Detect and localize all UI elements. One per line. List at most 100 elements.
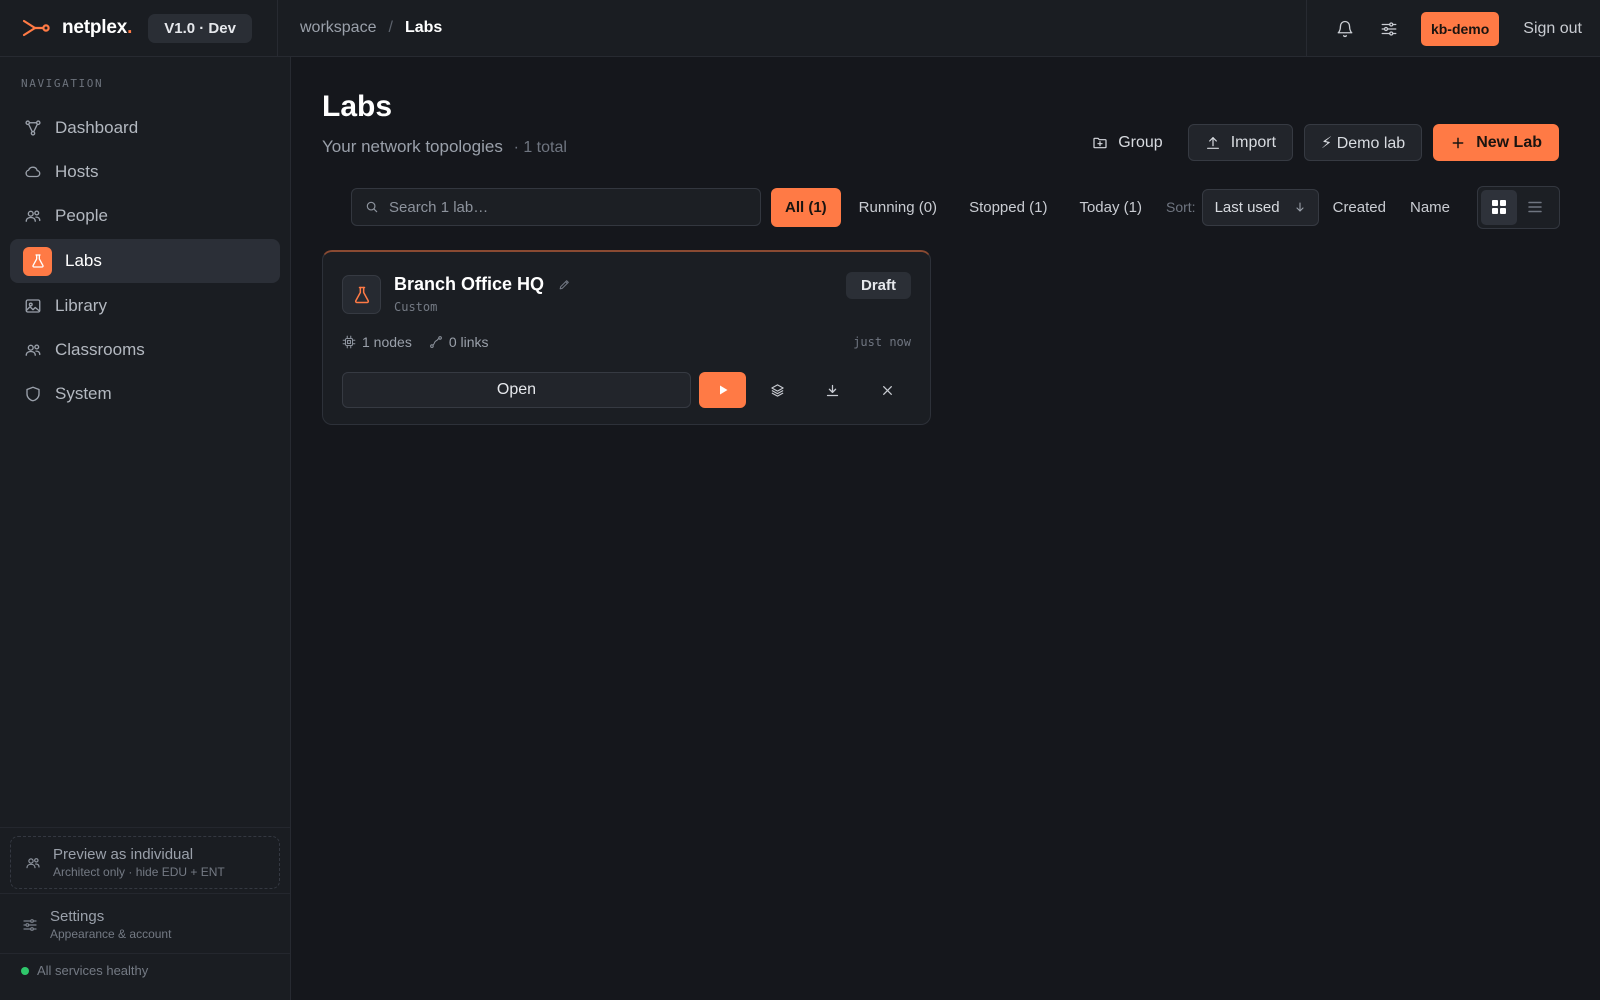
sliders-icon	[1381, 21, 1397, 36]
filter-stopped[interactable]: Stopped (1)	[955, 188, 1061, 227]
delete-lab-button[interactable]	[864, 372, 911, 408]
import-button-label: Import	[1230, 133, 1277, 151]
node-count: 1 nodes	[342, 334, 412, 350]
preferences-button[interactable]	[1372, 12, 1406, 46]
sidebar-item-label: People	[55, 206, 108, 225]
page-title: Labs	[322, 90, 393, 123]
sidebar-settings[interactable]: Settings Appearance & account	[22, 908, 171, 941]
search-input[interactable]	[389, 198, 749, 216]
demo-lab-button[interactable]: ⚡ Demo lab	[1304, 124, 1423, 161]
sidebar-item-label: Dashboard	[55, 118, 139, 137]
user-chip[interactable]: kb-demo	[1420, 11, 1500, 46]
lab-toolbar: All (1) Running (0) Stopped (1) Today (1…	[351, 185, 1560, 229]
sidebar-item-library[interactable]: Library	[10, 285, 280, 327]
sidebar-item-label: Hosts	[55, 162, 99, 181]
list-view-button[interactable]	[1517, 190, 1553, 225]
lab-meta: 1 nodes 0 links	[342, 334, 506, 350]
sidebar-item-labs[interactable]: Labs	[10, 239, 280, 283]
group-button[interactable]: Group	[1078, 124, 1176, 161]
lab-name-text[interactable]: Branch Office HQ	[394, 274, 544, 295]
page-subtitle: Your network topologies · 1 total	[322, 137, 567, 157]
open-lab-button[interactable]: Open	[342, 372, 691, 408]
service-health-status: All services healthy	[21, 963, 148, 978]
cloud-icon	[25, 166, 41, 178]
download-button[interactable]	[809, 372, 856, 408]
chip-icon	[342, 335, 356, 349]
start-lab-button[interactable]	[699, 372, 746, 408]
filter-today[interactable]: Today (1)	[1065, 188, 1156, 227]
brand-name: netplex.	[62, 17, 133, 38]
sidebar-divider	[0, 953, 290, 954]
bell-icon	[1337, 20, 1353, 37]
header-actions: kb-demo Sign out	[1305, 0, 1600, 57]
grid-icon	[1492, 200, 1506, 214]
netplex-logo-icon[interactable]	[22, 18, 50, 38]
sort-name-button[interactable]: Name	[1398, 199, 1462, 216]
list-icon	[1528, 201, 1542, 213]
classroom-icon	[25, 344, 41, 356]
settings-text: Settings Appearance & account	[50, 908, 171, 941]
lab-count: · 1 total	[513, 139, 567, 156]
sign-out-button[interactable]: Sign out	[1523, 20, 1582, 38]
link-count: 0 links	[429, 334, 489, 350]
flask-icon	[354, 286, 369, 303]
sidebar-item-system[interactable]: System	[10, 373, 280, 415]
filter-running[interactable]: Running (0)	[845, 188, 951, 227]
sidebar: NAVIGATION Dashboard Hosts People Labs L…	[0, 57, 291, 1000]
main-content: Labs Your network topologies · 1 total G…	[292, 57, 1600, 1000]
pencil-icon[interactable]	[558, 278, 571, 291]
play-icon	[719, 385, 727, 395]
grid-view-button[interactable]	[1481, 189, 1517, 225]
health-dot	[21, 966, 29, 975]
sidebar-item-label: Classrooms	[55, 340, 145, 359]
page-actions: Group Import ⚡ Demo lab New Lab	[1067, 124, 1559, 161]
breadcrumb: workspace / Labs	[278, 19, 442, 37]
topology-icon	[25, 120, 41, 136]
sidebar-item-dashboard[interactable]: Dashboard	[10, 107, 280, 149]
layers-button[interactable]	[754, 372, 801, 408]
status-badge: Draft	[845, 272, 911, 299]
new-lab-button-label: New Lab	[1476, 133, 1542, 151]
breadcrumb-workspace[interactable]: workspace	[300, 19, 376, 37]
lab-type: Custom	[394, 300, 438, 314]
sidebar-item-people[interactable]: People	[10, 195, 280, 237]
folder-plus-icon	[1093, 137, 1107, 148]
import-button[interactable]: Import	[1187, 124, 1294, 161]
nav-list: Dashboard Hosts People Labs Library Clas…	[10, 107, 280, 417]
preview-text: Preview as individual Architect only · h…	[53, 846, 225, 879]
preview-subtitle: Architect only · hide EDU + ENT	[53, 865, 225, 879]
sidebar-item-classrooms[interactable]: Classrooms	[10, 329, 280, 371]
people-icon	[25, 210, 41, 222]
breadcrumb-separator: /	[388, 19, 393, 36]
arrow-down-icon	[1296, 202, 1304, 212]
sidebar-item-label: System	[55, 384, 112, 403]
sort-last-used-button[interactable]: Last used	[1201, 188, 1319, 226]
top-bar: netplex. V1.0 · Dev workspace / Labs kb-…	[0, 0, 1600, 57]
demo-lab-button-label: ⚡ Demo lab	[1321, 134, 1406, 152]
lab-card-icon	[342, 275, 381, 314]
preview-title: Preview as individual	[53, 846, 194, 863]
search-box	[351, 188, 761, 226]
lab-card[interactable]: Branch Office HQ Custom Draft 1 nodes 0 …	[322, 250, 931, 425]
shield-icon	[26, 386, 40, 402]
sidebar-item-label: Library	[55, 296, 107, 315]
sliders-icon	[23, 918, 37, 931]
lab-name: Branch Office HQ	[394, 274, 571, 295]
close-icon	[883, 385, 892, 395]
sidebar-divider	[0, 827, 290, 828]
search-icon	[366, 201, 378, 213]
sidebar-item-hosts[interactable]: Hosts	[10, 151, 280, 193]
new-lab-button[interactable]: New Lab	[1433, 124, 1559, 161]
labs-icon-box	[23, 246, 52, 276]
brand: netplex. V1.0 · Dev	[0, 0, 278, 57]
sort-created-button[interactable]: Created	[1321, 199, 1398, 216]
notifications-button[interactable]	[1328, 12, 1362, 46]
filter-all[interactable]: All (1)	[771, 187, 841, 227]
settings-title: Settings	[50, 908, 105, 925]
link-icon	[429, 336, 442, 348]
lab-card-actions: Open	[342, 372, 911, 408]
nav-heading: NAVIGATION	[21, 77, 104, 90]
preview-as-individual-toggle[interactable]: Preview as individual Architect only · h…	[10, 836, 280, 889]
health-text: All services healthy	[37, 963, 149, 978]
plus-icon	[1452, 137, 1464, 148]
